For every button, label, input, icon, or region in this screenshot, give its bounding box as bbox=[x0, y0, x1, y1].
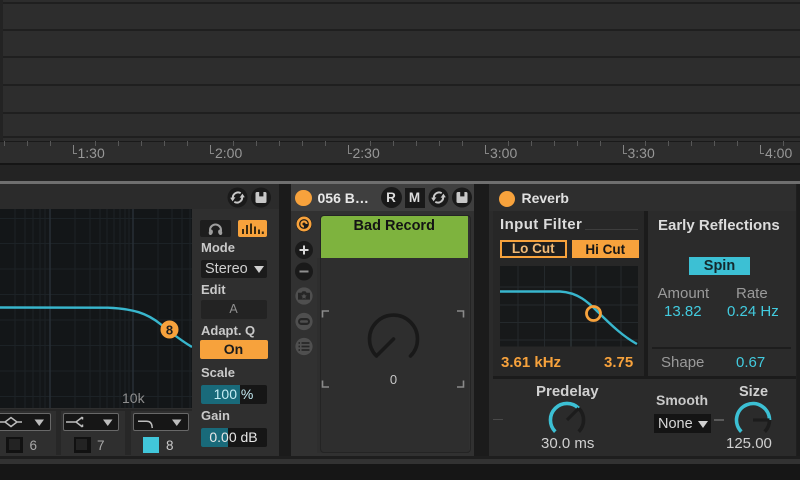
svg-text:10k: 10k bbox=[122, 390, 146, 406]
svg-text:8: 8 bbox=[166, 323, 173, 338]
